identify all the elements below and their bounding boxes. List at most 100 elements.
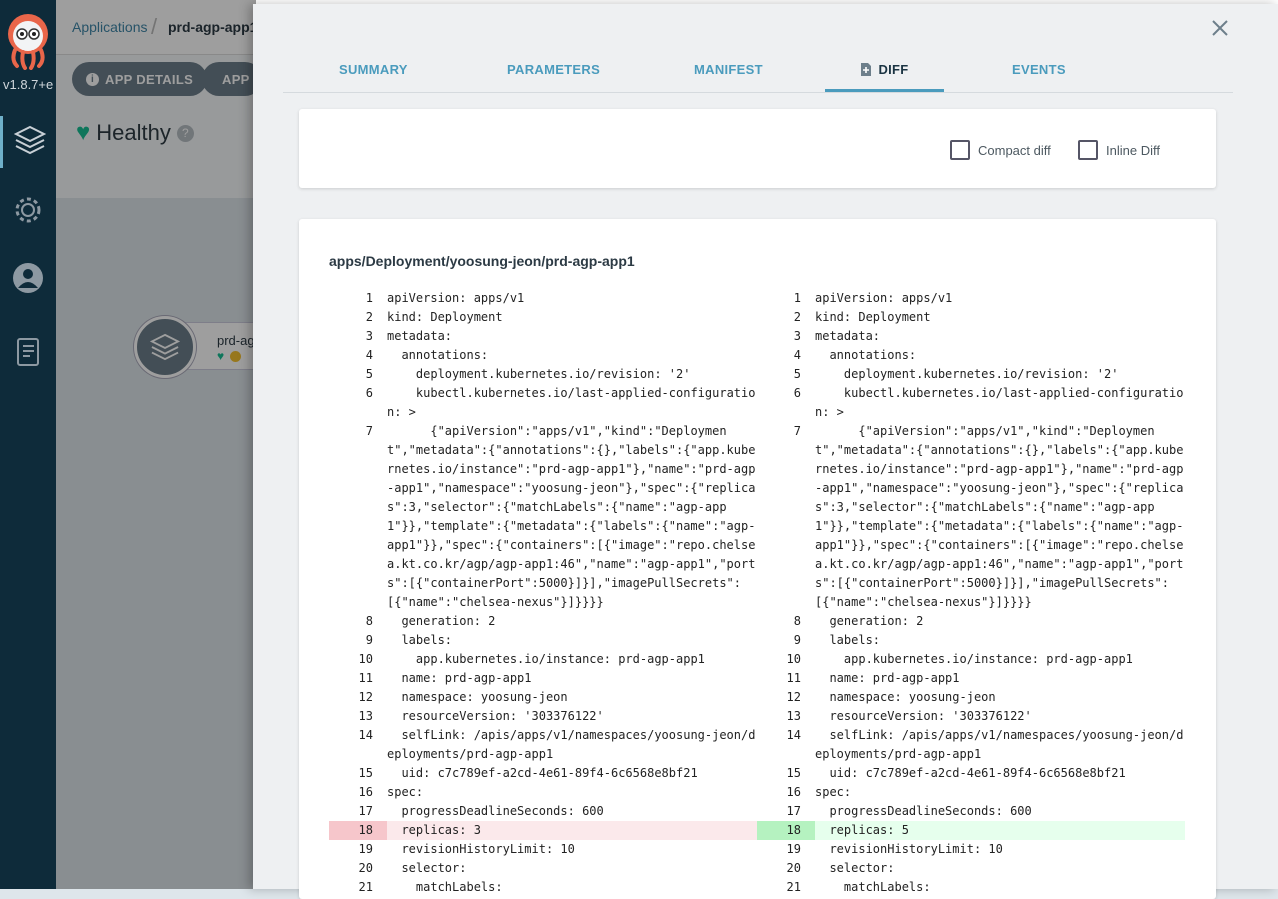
diff-line: 7 {"apiVersion":"apps/v1","kind":"Deploy… — [757, 422, 1185, 612]
line-number: 5 — [793, 367, 801, 381]
line-number: 13 — [786, 709, 801, 723]
line-code: deployment.kubernetes.io/revision: '2' — [387, 367, 691, 381]
diff-line: 2 kind: Deployment — [757, 308, 1185, 327]
line-number: 19 — [358, 842, 373, 856]
diff-line: 2 kind: Deployment — [329, 308, 757, 327]
compact-diff-checkbox[interactable]: Compact diff — [950, 140, 1051, 160]
tab-diff-label: DIFF — [878, 62, 909, 77]
line-number: 20 — [358, 861, 373, 875]
line-code: spec: — [815, 785, 852, 799]
nav-applications[interactable] — [0, 116, 56, 168]
line-code: deployment.kubernetes.io/revision: '2' — [815, 367, 1119, 381]
diff-line: 1 apiVersion: apps/v1 — [757, 289, 1185, 308]
book-icon — [16, 337, 40, 372]
line-code: kind: Deployment — [815, 310, 931, 324]
inline-diff-checkbox[interactable]: Inline Diff — [1078, 140, 1160, 160]
line-code: labels: — [387, 633, 453, 647]
line-code: {"apiVersion":"apps/v1","kind":"Deployme… — [387, 424, 756, 609]
line-code: namespace: yoosung-jeon — [387, 690, 568, 704]
diff-line: 21 matchLabels: — [329, 878, 757, 897]
nav-user-info[interactable] — [0, 254, 56, 306]
line-number: 20 — [786, 861, 801, 875]
line-code: progressDeadlineSeconds: 600 — [815, 804, 1032, 818]
tab-summary[interactable]: SUMMARY — [339, 52, 408, 92]
inline-diff-box[interactable] — [1078, 140, 1098, 160]
line-number: 13 — [358, 709, 373, 723]
diff-line: 9 labels: — [757, 631, 1185, 650]
line-code: revisionHistoryLimit: 10 — [815, 842, 1003, 856]
diff-right-pane: 1 apiVersion: apps/v1 2 kind: Deployment 3 me… — [757, 289, 1185, 897]
line-number: 5 — [365, 367, 373, 381]
line-code: namespace: yoosung-jeon — [815, 690, 996, 704]
line-code: progressDeadlineSeconds: 600 — [387, 804, 604, 818]
line-code: annotations: — [815, 348, 917, 362]
line-code: labels: — [815, 633, 881, 647]
panel-tabs: SUMMARY PARAMETERS MANIFEST DIFF EVENTS — [283, 52, 1233, 93]
line-number: 3 — [793, 329, 801, 343]
diff-line: 19 revisionHistoryLimit: 10 — [757, 840, 1185, 859]
line-number: 4 — [793, 348, 801, 362]
line-number: 16 — [358, 785, 373, 799]
sidebar-nav: v1.8.7+e — [0, 0, 56, 889]
diff-line: 15 uid: c7c789ef-a2cd-4e61-89f4-6c6568e8… — [329, 764, 757, 783]
diff-line: 17 progressDeadlineSeconds: 600 — [329, 802, 757, 821]
line-code: kind: Deployment — [387, 310, 503, 324]
line-code: name: prd-agp-app1 — [387, 671, 532, 685]
tab-parameters[interactable]: PARAMETERS — [507, 52, 600, 92]
line-number: 6 — [365, 386, 373, 400]
line-code: selector: — [815, 861, 895, 875]
diff-line: 7 {"apiVersion":"apps/v1","kind":"Deploy… — [329, 422, 757, 612]
diff-line: 20 selector: — [757, 859, 1185, 878]
compact-diff-box[interactable] — [950, 140, 970, 160]
line-number: 1 — [793, 291, 801, 305]
line-number: 3 — [365, 329, 373, 343]
nav-docs[interactable] — [0, 328, 56, 380]
line-code: metadata: — [387, 329, 453, 343]
diff-line: 5 deployment.kubernetes.io/revision: '2' — [329, 365, 757, 384]
line-code: apiVersion: apps/v1 — [815, 291, 953, 305]
line-number: 19 — [786, 842, 801, 856]
diff-options: Compact diff Inline Diff — [299, 109, 1216, 188]
line-number: 8 — [365, 614, 373, 628]
tab-manifest[interactable]: MANIFEST — [694, 52, 763, 92]
line-number: 18 — [757, 821, 815, 840]
gear-icon — [13, 195, 43, 230]
line-code: selfLink: /apis/apps/v1/namespaces/yoosu… — [815, 728, 1184, 761]
tab-diff[interactable]: DIFF — [825, 52, 944, 92]
diff-line: 3 metadata: — [757, 327, 1185, 346]
line-number: 15 — [786, 766, 801, 780]
line-number: 14 — [358, 728, 373, 742]
file-diff-icon — [860, 62, 872, 80]
line-number: 7 — [365, 424, 373, 438]
backdrop-overlay[interactable] — [56, 0, 256, 889]
resource-title: apps/Deployment/yoosung-jeon/prd-agp-app… — [329, 253, 635, 269]
line-code: generation: 2 — [815, 614, 924, 628]
diff-line: 10 app.kubernetes.io/instance: prd-agp-a… — [757, 650, 1185, 669]
line-code: selector: — [387, 861, 467, 875]
line-code: metadata: — [815, 329, 881, 343]
compact-diff-label: Compact diff — [978, 142, 1051, 158]
line-number: 7 — [793, 424, 801, 438]
line-number: 10 — [358, 652, 373, 666]
diff-line: 12 namespace: yoosung-jeon — [757, 688, 1185, 707]
nav-settings[interactable] — [0, 186, 56, 238]
line-number: 2 — [793, 310, 801, 324]
diff-line: 1 apiVersion: apps/v1 — [329, 289, 757, 308]
diff-line: 18 replicas: 5 — [757, 821, 1185, 840]
diff-line: 10 app.kubernetes.io/instance: prd-agp-a… — [329, 650, 757, 669]
line-number: 17 — [358, 804, 373, 818]
line-number: 15 — [358, 766, 373, 780]
line-number: 12 — [786, 690, 801, 704]
line-number: 10 — [786, 652, 801, 666]
diff-line: 15 uid: c7c789ef-a2cd-4e61-89f4-6c6568e8… — [757, 764, 1185, 783]
diff-line: 11 name: prd-agp-app1 — [757, 669, 1185, 688]
tab-events[interactable]: EVENTS — [1012, 52, 1066, 92]
line-number: 1 — [365, 291, 373, 305]
close-icon[interactable] — [1210, 18, 1230, 38]
diff-line: 3 metadata: — [329, 327, 757, 346]
argo-logo-icon[interactable] — [5, 12, 51, 70]
diff-line: 6 kubectl.kubernetes.io/last-applied-con… — [757, 384, 1185, 422]
line-number: 16 — [786, 785, 801, 799]
line-number: 9 — [793, 633, 801, 647]
line-number: 12 — [358, 690, 373, 704]
